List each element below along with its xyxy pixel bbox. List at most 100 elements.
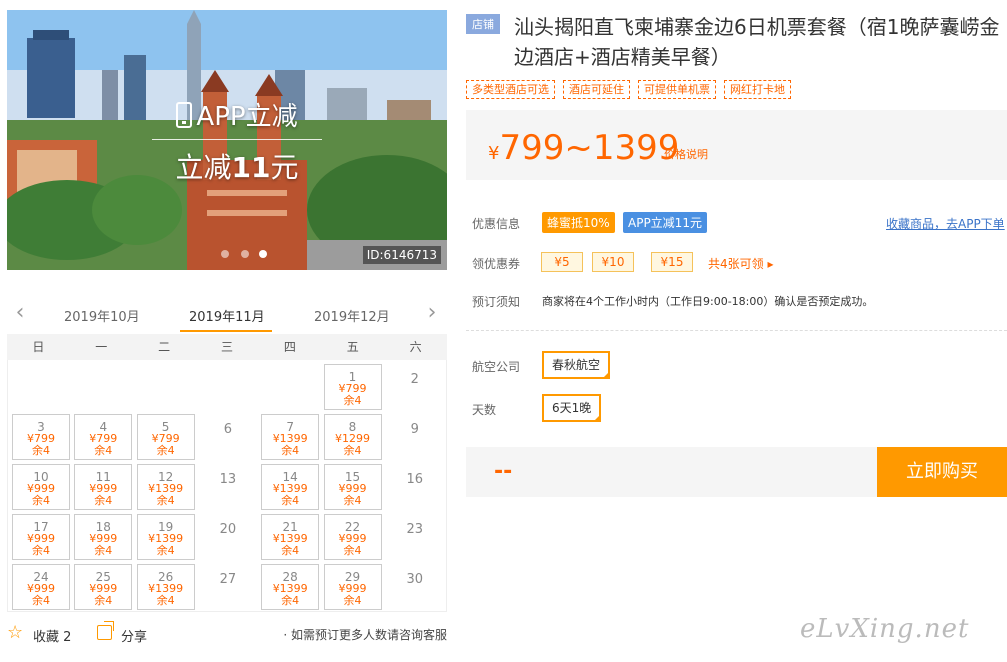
calendar-day-available[interactable]: 15 ¥999 余4 xyxy=(323,464,382,510)
promo-line2: 立减11元 xyxy=(175,151,299,184)
weekday-label: 六 xyxy=(409,340,422,354)
app-promo-overlay: APP立减 立减11元 xyxy=(152,96,322,186)
weekday-label: 一 xyxy=(95,340,108,354)
day-stock: 余4 xyxy=(156,544,175,557)
calendar-day: 16 xyxy=(386,464,444,510)
price-explain-link[interactable]: 价格说明 xyxy=(664,146,708,162)
day-number: 13 xyxy=(219,472,237,487)
feature-tag: 多类型酒店可选 xyxy=(466,80,555,99)
month-tab-current[interactable]: 2019年11月 xyxy=(189,306,265,325)
month-tab-next[interactable]: 2019年12月 xyxy=(314,306,390,325)
feature-tags: 多类型酒店可选 酒店可延住 可提供单机票 网红打卡地 xyxy=(466,80,791,99)
calendar-day: 2 xyxy=(386,364,444,410)
day-stock: 余4 xyxy=(94,494,113,507)
share-button[interactable]: 分享 xyxy=(121,626,147,645)
calendar-day-available[interactable]: 1 ¥799 余4 xyxy=(323,364,382,410)
feature-tag: 可提供单机票 xyxy=(638,80,716,99)
calendar-day: 23 xyxy=(386,514,444,560)
calendar-day-available[interactable]: 7 ¥1399 余4 xyxy=(261,414,320,460)
calendar-day-available[interactable]: 5 ¥799 余4 xyxy=(136,414,195,460)
price-range: ¥799~1399 xyxy=(488,128,680,168)
day-stock: 余4 xyxy=(94,544,113,557)
calendar-day-available[interactable]: 24 ¥999 余4 xyxy=(12,564,70,610)
day-stock: 余4 xyxy=(156,444,175,457)
favorite-count: 2 xyxy=(63,630,72,645)
calendar-day-available[interactable]: 10 ¥999 余4 xyxy=(12,464,70,510)
honey-discount-badge: 蜂蜜抵10% xyxy=(542,212,615,233)
coupon-5[interactable]: ¥5 xyxy=(541,252,583,272)
day-stock: 余4 xyxy=(343,544,362,557)
image-footer: ☆ 收藏 2 分享 · 如需预订更多人数请咨询客服 xyxy=(7,621,447,645)
calendar-day-available[interactable]: 4 ¥799 余4 xyxy=(74,414,133,460)
day-stock: 余4 xyxy=(281,544,300,557)
weekday-label: 五 xyxy=(346,340,359,354)
calendar-day-available[interactable]: 21 ¥1399 余4 xyxy=(261,514,320,560)
calendar-day-available[interactable]: 29 ¥999 余4 xyxy=(323,564,382,610)
calendar-day: 27 xyxy=(199,564,257,610)
day-number: 16 xyxy=(406,472,424,487)
weekday-label: 四 xyxy=(283,340,296,354)
day-number: 23 xyxy=(406,522,424,537)
feature-tag: 网红打卡地 xyxy=(724,80,791,99)
favorite-app-link[interactable]: 收藏商品，去APP下单 xyxy=(886,215,1005,232)
product-image[interactable]: APP立减 立减11元 ID:6146713 xyxy=(7,10,447,270)
carousel-dot[interactable] xyxy=(221,250,229,258)
calendar-day-available[interactable]: 22 ¥999 余4 xyxy=(323,514,382,560)
chevron-right-icon[interactable]: › xyxy=(423,302,441,324)
calendar-day-available[interactable]: 25 ¥999 余4 xyxy=(74,564,133,610)
calendar-day-available[interactable]: 28 ¥1399 余4 xyxy=(261,564,320,610)
airline-label: 航空公司 xyxy=(472,360,521,374)
more-coupons-link[interactable]: 共4张可领 ▸ xyxy=(708,255,773,272)
calendar-weekday-header: 日 一 二 三 四 五 六 xyxy=(7,334,447,360)
weekday-label: 日 xyxy=(32,340,45,354)
calendar-day-available[interactable]: 8 ¥1299 余4 xyxy=(323,414,382,460)
group-booking-note: · 如需预订更多人数请咨询客服 xyxy=(283,628,447,642)
star-icon[interactable]: ☆ xyxy=(7,624,23,642)
divider xyxy=(466,330,1007,331)
coupon-label: 领优惠券 xyxy=(472,257,521,271)
day-stock: 余4 xyxy=(156,594,175,607)
carousel-dot-active[interactable] xyxy=(259,250,267,258)
month-tab-prev[interactable]: 2019年10月 xyxy=(64,306,140,325)
calendar-day-available[interactable]: 11 ¥999 余4 xyxy=(74,464,133,510)
shop-badge[interactable]: 店铺 xyxy=(466,14,500,34)
day-number: 27 xyxy=(219,572,237,587)
carousel-dot[interactable] xyxy=(241,250,249,258)
calendar-day-available[interactable]: 3 ¥799 余4 xyxy=(12,414,70,460)
day-stock: 余4 xyxy=(32,594,50,607)
total-price: -- xyxy=(494,459,513,484)
day-stock: 余4 xyxy=(343,494,362,507)
promo-line1: APP立减 xyxy=(196,102,298,132)
days-label: 天数 xyxy=(472,403,497,417)
airline-option-selected[interactable]: 春秋航空 xyxy=(542,351,611,379)
image-id-label: ID:6146713 xyxy=(362,246,441,264)
day-stock: 余4 xyxy=(343,444,362,457)
coupon-10[interactable]: ¥10 xyxy=(592,252,634,272)
calendar-month-nav: ‹ 2019年10月 2019年11月 2019年12月 › xyxy=(7,296,447,334)
booking-notice-text: 商家将在4个工作小时内（工作日9:00-18:00）确认是否预定成功。 xyxy=(542,295,874,308)
chevron-left-icon[interactable]: ‹ xyxy=(11,302,29,324)
share-icon[interactable] xyxy=(97,621,114,640)
favorite-button[interactable]: 收藏 2 xyxy=(33,626,71,645)
days-option-selected[interactable]: 6天1晚 xyxy=(542,394,602,422)
calendar-day-available[interactable]: 18 ¥999 余4 xyxy=(74,514,133,560)
day-stock: 余4 xyxy=(281,594,300,607)
calendar-day-available[interactable]: 12 ¥1399 余4 xyxy=(136,464,195,510)
coupon-15[interactable]: ¥15 xyxy=(651,252,693,272)
phone-icon xyxy=(176,101,193,128)
day-stock: 余4 xyxy=(32,444,50,457)
calendar-day-available[interactable]: 17 ¥999 余4 xyxy=(12,514,70,560)
calendar-day: 9 xyxy=(386,414,444,460)
day-number: 9 xyxy=(410,422,419,437)
day-stock: 余4 xyxy=(94,444,113,457)
calendar-day-available[interactable]: 19 ¥1399 余4 xyxy=(136,514,195,560)
day-number: 30 xyxy=(406,572,424,587)
day-stock: 余4 xyxy=(32,494,50,507)
day-stock: 余4 xyxy=(32,544,50,557)
calendar-day-available[interactable]: 26 ¥1399 余4 xyxy=(136,564,195,610)
day-stock: 余4 xyxy=(94,594,113,607)
calendar-day-available[interactable]: 14 ¥1399 余4 xyxy=(261,464,320,510)
buy-now-button[interactable]: 立即购买 xyxy=(877,447,1007,497)
calendar-day: 20 xyxy=(199,514,257,560)
day-stock: 余4 xyxy=(281,494,300,507)
